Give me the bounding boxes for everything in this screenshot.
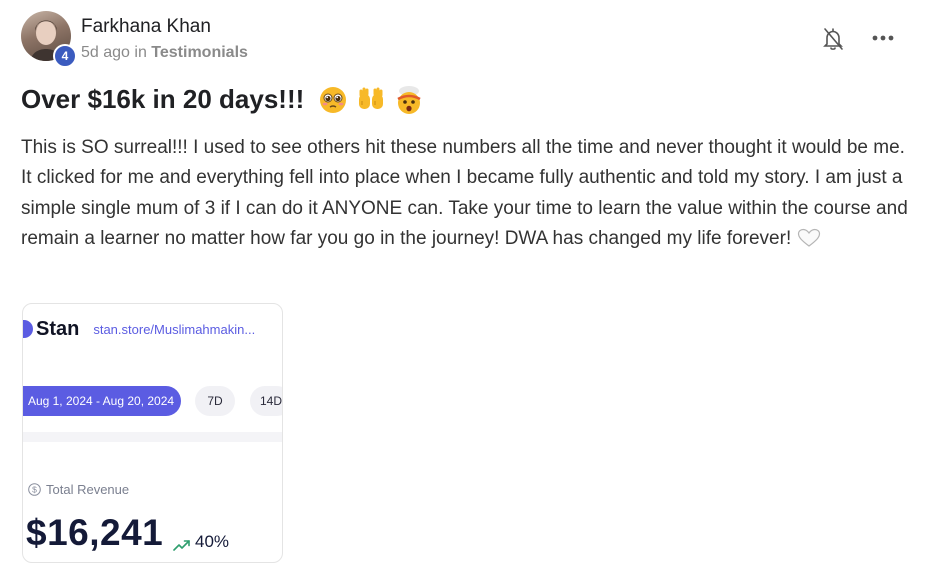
post-body-text: This is SO surreal!!! I used to see othe… <box>21 137 908 250</box>
author-name[interactable]: Farkhana Khan <box>81 16 211 38</box>
pleading-face-emoji <box>318 85 348 115</box>
attachment-image[interactable]: Stan stan.store/Muslimahmakin... Aug 1, … <box>22 303 283 563</box>
revenue-change-value: 40% <box>195 532 230 551</box>
post-time: 5d ago <box>81 44 130 61</box>
bell-off-icon[interactable] <box>822 26 844 52</box>
post-category[interactable]: Testimonials <box>151 44 248 61</box>
author-avatar-wrap[interactable]: 4 <box>21 11 77 68</box>
post-meta: 5d ago in Testimonials <box>81 44 248 62</box>
title-emojis <box>318 85 424 115</box>
raising-hands-emoji <box>356 85 386 115</box>
total-revenue-label: $ Total Revenue <box>28 482 129 497</box>
revenue-change: 40% <box>173 532 229 552</box>
filter-7d: 7D <box>195 386 235 416</box>
post-title-row: Over $16k in 20 days!!! <box>21 84 424 115</box>
total-revenue-value: $16,241 <box>26 512 164 553</box>
post-in-word: in <box>134 44 147 61</box>
post-body: This is SO surreal!!! I used to see othe… <box>21 133 911 255</box>
stan-logo: Stan <box>36 317 80 340</box>
trend-up-icon <box>173 536 191 551</box>
total-revenue-text: Total Revenue <box>46 482 130 497</box>
white-heart-icon <box>797 228 821 248</box>
filter-14d: 14D <box>250 386 282 416</box>
stan-store-url: stan.store/Muslimahmakin... <box>93 321 256 337</box>
exploding-head-emoji <box>394 85 424 115</box>
stan-header: Stan stan.store/Muslimahmakin... <box>23 314 282 344</box>
more-horizontal-icon[interactable] <box>870 28 896 48</box>
date-range-pill: Aug 1, 2024 - Aug 20, 2024 <box>23 386 181 416</box>
post-title: Over $16k in 20 days!!! <box>21 84 305 114</box>
stan-logo-mark <box>23 320 33 338</box>
dollar-circle-icon: $ <box>28 483 41 496</box>
level-badge: 4 <box>53 44 77 68</box>
card-divider <box>23 432 282 442</box>
svg-text:$: $ <box>32 485 37 495</box>
